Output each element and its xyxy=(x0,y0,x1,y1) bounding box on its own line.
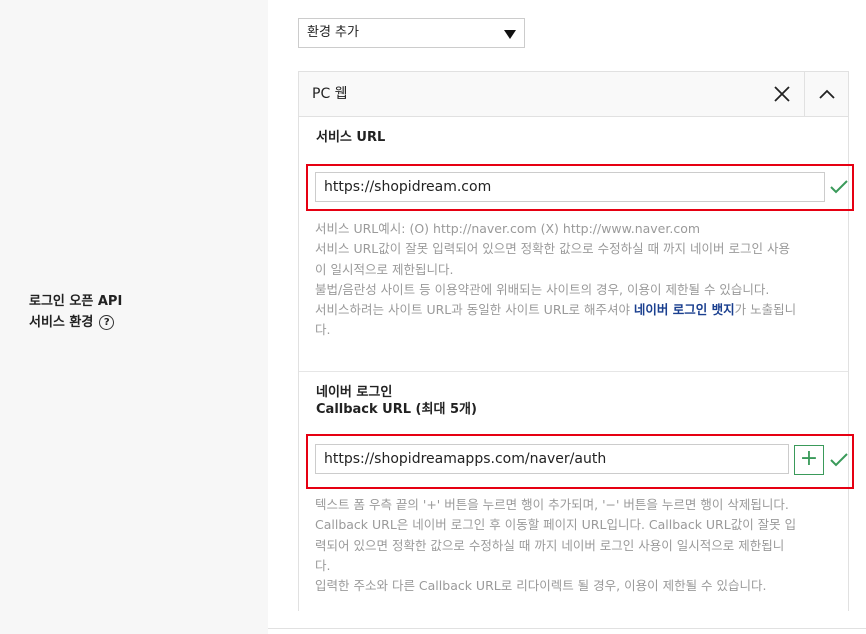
caret-down-icon xyxy=(504,30,516,39)
close-icon xyxy=(774,86,790,102)
section-label-line1: 로그인 오픈 API xyxy=(29,294,123,309)
callback-url-label-line1: 네이버 로그인 xyxy=(316,385,393,400)
check-icon xyxy=(830,180,848,194)
close-button[interactable] xyxy=(760,72,804,116)
check-icon xyxy=(830,453,848,467)
section-label-text: 서비스 환경 xyxy=(29,315,94,330)
bottom-divider xyxy=(268,628,866,629)
add-callback-url-button[interactable]: + xyxy=(794,445,824,475)
chevron-up-icon xyxy=(819,89,835,99)
help-line: 이 일시적으로 제한됩니다. xyxy=(315,261,454,277)
service-url-help: 서비스 URL예시: (O) http://naver.com (X) http… xyxy=(315,219,835,341)
help-line: 서비스 URL값이 잘못 입력되어 있으면 정확한 값으로 수정하실 때 까지 … xyxy=(315,241,790,257)
callback-url-help: 텍스트 폼 우측 끝의 '+' 버튼을 누르면 행이 추가되며, '−' 버튼을… xyxy=(315,495,835,596)
environment-add-select[interactable]: 환경 추가 xyxy=(298,18,525,48)
environment-select-value: 환경 추가 xyxy=(307,25,359,40)
help-line: 텍스트 폼 우측 끝의 '+' 버튼을 누르면 행이 추가되며, '−' 버튼을… xyxy=(315,497,789,512)
help-line: 불법/음란성 사이트 등 이용약관에 위배되는 사이트의 경우, 이용이 제한될… xyxy=(315,281,770,297)
section-label: 로그인 오픈 API 서비스 환경? xyxy=(29,291,122,333)
callback-url-input[interactable]: https://shopidreamapps.com/naver/auth xyxy=(315,444,789,474)
help-line: 력되어 있으면 정확한 값으로 수정하실 때 까지 네이버 로그인 사용이 일시… xyxy=(315,537,785,553)
help-line: 다. xyxy=(315,322,331,338)
service-url-input[interactable]: https://shopidream.com xyxy=(315,172,825,202)
section-label-line2: 서비스 환경? xyxy=(29,312,122,333)
help-line: 서비스하려는 사이트 URL과 동일한 사이트 URL로 해주셔야 네이버 로그… xyxy=(315,302,797,318)
section-divider xyxy=(299,371,848,372)
help-line: Callback URL은 네이버 로그인 후 이동할 페이지 URL입니다. … xyxy=(315,517,797,533)
naver-login-badge-link[interactable]: 네이버 로그인 뱃지 xyxy=(634,302,735,317)
help-line: 다. xyxy=(315,557,331,573)
collapse-button[interactable] xyxy=(804,72,848,116)
help-line: 입력한 주소와 다른 Callback URL로 리다이렉트 될 경우, 이용이… xyxy=(315,578,767,594)
panel-title: PC 웹 xyxy=(312,86,348,102)
help-line: 서비스 URL예시: (O) http://naver.com (X) http… xyxy=(315,221,701,236)
help-circle-icon[interactable]: ? xyxy=(99,315,115,330)
callback-url-label-line2: Callback URL (최대 5개) xyxy=(316,402,477,417)
panel-header: PC 웹 xyxy=(299,72,848,117)
service-url-label: 서비스 URL xyxy=(316,130,386,145)
callback-url-label: 네이버 로그인 Callback URL (최대 5개) xyxy=(316,384,477,418)
